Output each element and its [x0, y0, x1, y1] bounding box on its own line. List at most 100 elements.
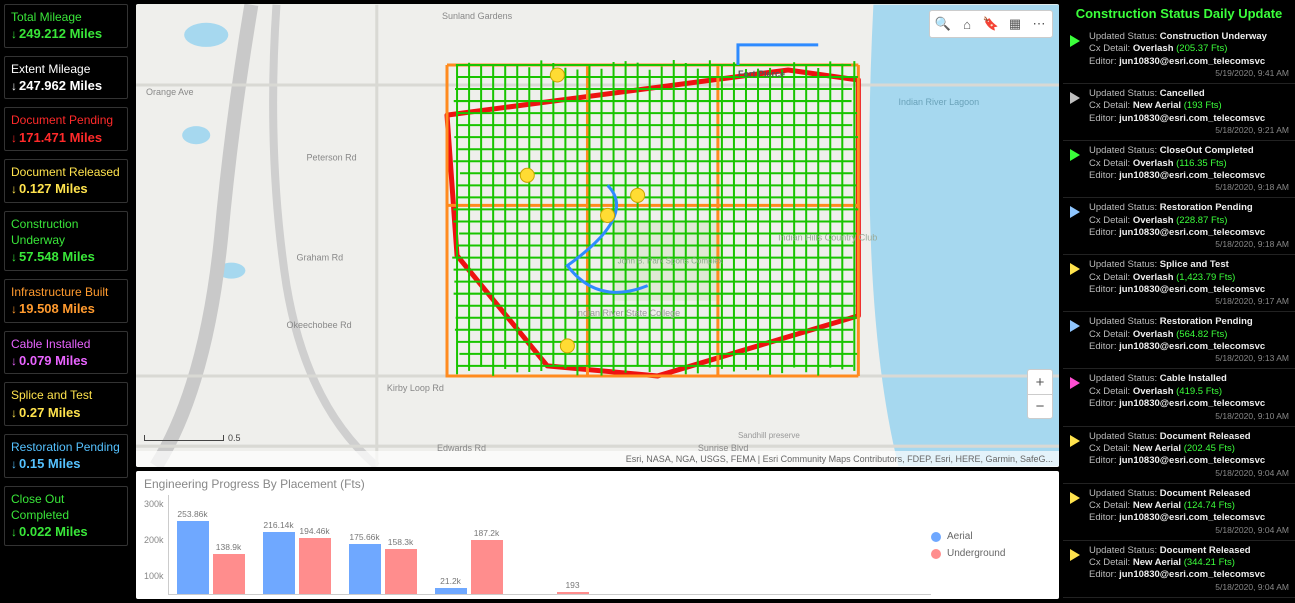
- feed-item[interactable]: Updated Status: Construction UnderwayCx …: [1063, 27, 1295, 84]
- bar-aerial[interactable]: 175.66k: [349, 544, 381, 594]
- zoom-out-button[interactable]: −: [1028, 394, 1052, 418]
- home-icon[interactable]: ⌂: [956, 13, 978, 35]
- feed-item[interactable]: Updated Status: Cable InstalledCx Detail…: [1063, 369, 1295, 426]
- feed-item[interactable]: Updated Status: Document ReleasedCx Deta…: [1063, 427, 1295, 484]
- flag-icon: [1067, 259, 1083, 307]
- legend-dot-icon: [931, 549, 941, 559]
- bar-aerial[interactable]: 253.86k: [177, 521, 209, 594]
- feed-item[interactable]: Updated Status: Document PendingCx Detai…: [1063, 598, 1295, 603]
- feed-item[interactable]: Updated Status: Document ReleasedCx Deta…: [1063, 541, 1295, 598]
- bar-underground[interactable]: 158.3k: [385, 549, 417, 594]
- flag-icon: [1067, 373, 1083, 421]
- status-value: ↓0.15 Miles: [11, 455, 121, 473]
- status-value: ↓57.548 Miles: [11, 248, 121, 266]
- update-feed-panel: Construction Status Daily Update Updated…: [1063, 0, 1295, 603]
- chart-yaxis: 300k200k100k: [144, 495, 168, 595]
- bar-underground[interactable]: 194.46k: [299, 538, 331, 594]
- feed-body: Updated Status: Restoration PendingCx De…: [1089, 316, 1289, 364]
- feed-item[interactable]: Updated Status: Restoration PendingCx De…: [1063, 198, 1295, 255]
- legend-item: Underground: [931, 548, 1051, 559]
- status-card[interactable]: Infrastructure Built↓19.508 Miles: [4, 279, 128, 323]
- feed-header: Construction Status Daily Update: [1063, 0, 1295, 27]
- status-value: ↓249.212 Miles: [11, 25, 121, 43]
- flag-icon: [1067, 431, 1083, 479]
- feed-body: Updated Status: Restoration PendingCx De…: [1089, 202, 1289, 250]
- bar-aerial[interactable]: 21.2k: [435, 588, 467, 594]
- bar-aerial[interactable]: 216.14k: [263, 532, 295, 594]
- feed-item[interactable]: Updated Status: CancelledCx Detail: New …: [1063, 84, 1295, 141]
- status-label: Construction Underway: [11, 216, 121, 248]
- bar-group: 253.86k138.9k: [177, 521, 245, 594]
- feed-body: Updated Status: Construction UnderwayCx …: [1089, 31, 1289, 79]
- bar-group: 216.14k194.46k: [263, 532, 331, 594]
- map[interactable]: Sunland Gardens Orange Ave Peterson Rd G…: [136, 4, 1059, 467]
- bar-underground[interactable]: 138.9k: [213, 554, 245, 594]
- feed-item[interactable]: Updated Status: CloseOut CompletedCx Det…: [1063, 141, 1295, 198]
- status-card[interactable]: Document Released↓0.127 Miles: [4, 159, 128, 203]
- label-sandhill: Sandhill preserve: [738, 431, 800, 440]
- status-value: ↓247.962 Miles: [11, 77, 121, 95]
- status-label: Close Out Completed: [11, 491, 121, 523]
- update-feed[interactable]: Updated Status: Construction UnderwayCx …: [1063, 27, 1295, 603]
- status-value: ↓0.022 Miles: [11, 523, 121, 541]
- arrow-down-icon: ↓: [11, 250, 17, 264]
- label-sunland-gardens: Sunland Gardens: [442, 11, 513, 21]
- status-value: ↓0.079 Miles: [11, 352, 121, 370]
- label-kirby-loop-rd: Kirby Loop Rd: [387, 383, 444, 393]
- status-card[interactable]: Splice and Test↓0.27 Miles: [4, 382, 128, 426]
- arrow-down-icon: ↓: [11, 302, 17, 316]
- more-icon[interactable]: ⋯: [1028, 13, 1050, 35]
- label-indian-river-lagoon: Indian River Lagoon: [898, 97, 979, 107]
- feed-item[interactable]: Updated Status: Restoration PendingCx De…: [1063, 312, 1295, 369]
- bookmark-icon[interactable]: 🔖: [980, 13, 1002, 35]
- status-label: Cable Installed: [11, 336, 121, 352]
- search-icon[interactable]: 🔍: [932, 13, 954, 35]
- feed-body: Updated Status: Document ReleasedCx Deta…: [1089, 545, 1289, 593]
- status-value: ↓0.127 Miles: [11, 180, 121, 198]
- chart-bars[interactable]: 253.86k138.9k 216.14k194.46k 175.66k158.3k…: [168, 495, 931, 595]
- label-peterson-rd: Peterson Rd: [307, 152, 357, 162]
- status-card[interactable]: Restoration Pending↓0.15 Miles: [4, 434, 128, 478]
- flag-icon: [1067, 31, 1083, 79]
- bar-underground[interactable]: 187.2k: [471, 540, 503, 594]
- feed-item[interactable]: Updated Status: Document ReleasedCx Deta…: [1063, 484, 1295, 541]
- status-label: Infrastructure Built: [11, 284, 121, 300]
- zoom-in-button[interactable]: +: [1028, 370, 1052, 394]
- chart-title: Engineering Progress By Placement (Fts): [144, 477, 1051, 491]
- label-sports-complex: John B. Park Sports Complex: [618, 257, 723, 266]
- status-card[interactable]: Construction Underway↓57.548 Miles: [4, 211, 128, 271]
- bar-group: 21.2k 187.2k: [435, 540, 503, 594]
- status-card[interactable]: Cable Installed↓0.079 Miles: [4, 331, 128, 375]
- flag-icon: [1067, 202, 1083, 250]
- feed-body: Updated Status: Cable InstalledCx Detail…: [1089, 373, 1289, 421]
- status-label: Document Released: [11, 164, 121, 180]
- arrow-down-icon: ↓: [11, 182, 17, 196]
- arrow-down-icon: ↓: [11, 457, 17, 471]
- label-state-college: Indian River State College: [575, 308, 680, 318]
- label-okeechobee-rd: Okeechobee Rd: [286, 320, 351, 330]
- arrow-down-icon: ↓: [11, 525, 17, 539]
- zoom-control: + −: [1027, 369, 1053, 419]
- flag-icon: [1067, 316, 1083, 364]
- flag-icon: [1067, 545, 1083, 593]
- status-card[interactable]: Extent Mileage↓247.962 Miles: [4, 56, 128, 100]
- bar-group: 193: [521, 592, 589, 594]
- feed-body: Updated Status: CancelledCx Detail: New …: [1089, 88, 1289, 136]
- chart-panel: Engineering Progress By Placement (Fts) …: [136, 471, 1059, 599]
- bar-group: 175.66k158.3k: [349, 544, 417, 594]
- feed-body: Updated Status: CloseOut CompletedCx Det…: [1089, 145, 1289, 193]
- status-card[interactable]: Close Out Completed↓0.022 Miles: [4, 486, 128, 546]
- legend-dot-icon: [931, 532, 941, 542]
- flag-icon: [1067, 145, 1083, 193]
- arrow-down-icon: ↓: [11, 354, 17, 368]
- status-value: ↓0.27 Miles: [11, 404, 121, 422]
- status-card[interactable]: Total Mileage↓249.212 Miles: [4, 4, 128, 48]
- arrow-down-icon: ↓: [11, 406, 17, 420]
- legend-item: Aerial: [931, 531, 1051, 542]
- map-svg: Sunland Gardens Orange Ave Peterson Rd G…: [136, 4, 1059, 467]
- label-country-club: Indian Hills Country Club: [778, 233, 877, 243]
- bar-underground[interactable]: 193: [557, 592, 589, 594]
- status-card[interactable]: Document Pending↓171.471 Miles: [4, 107, 128, 151]
- layers-icon[interactable]: ▦: [1004, 13, 1026, 35]
- feed-item[interactable]: Updated Status: Splice and TestCx Detail…: [1063, 255, 1295, 312]
